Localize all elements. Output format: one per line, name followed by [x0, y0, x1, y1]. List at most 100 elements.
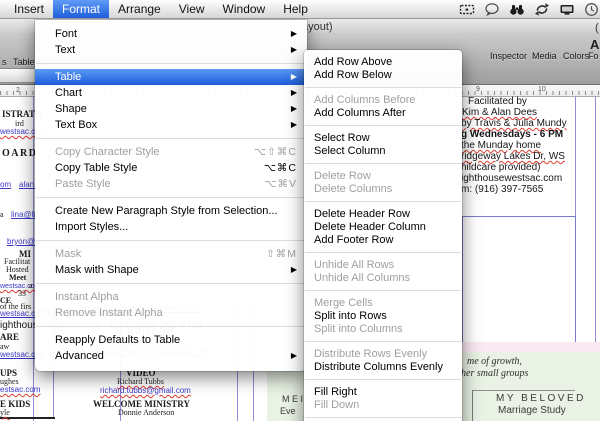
- doc-text: the Munday home: [461, 140, 542, 151]
- table-submenu-item-split-into-rows[interactable]: Split into Rows: [304, 309, 462, 322]
- table-submenu-item-select-row[interactable]: Select Row: [304, 131, 462, 144]
- table-submenu-item-split-into-columns[interactable]: Split into Columns: [304, 322, 462, 335]
- menubar-item-view[interactable]: View: [170, 0, 214, 18]
- doc-text: westsac.co: [0, 309, 40, 318]
- table-submenu-item-add-columns-after[interactable]: Add Columns After: [304, 106, 462, 119]
- table-submenu-item-unhide-all-rows[interactable]: Unhide All Rows: [304, 258, 462, 271]
- table-submenu: Add Row Above Add Row Below Add Columns Be…: [304, 50, 462, 421]
- table-submenu-separator: [305, 86, 461, 88]
- table-submenu-item-add-row-above[interactable]: Add Row Above: [304, 55, 462, 68]
- doc-text: m: (916) 397-7565: [461, 184, 544, 195]
- menubar-item-format[interactable]: Format: [53, 0, 110, 18]
- table-submenu-item-fill-right[interactable]: Fill Right: [304, 385, 462, 398]
- table-submenu-item-select-column[interactable]: Select Column: [304, 144, 462, 157]
- format-menu-item-import-styles[interactable]: Import Styles...: [35, 219, 307, 235]
- doc-text: 33: [18, 289, 26, 298]
- doc-text: Marriage Study: [498, 405, 566, 416]
- menu-item-label: Distribute Columns Evenly: [314, 360, 443, 373]
- format-menu-separator: [36, 240, 306, 241]
- menu-bar-items: Insert Format Arrange View Window Help: [5, 0, 317, 18]
- table-submenu-item-delete-header-column[interactable]: Delete Header Column: [304, 220, 462, 233]
- display-icon[interactable]: [559, 2, 575, 17]
- format-menu-item-mask-with-shape[interactable]: Mask with Shape ▶: [35, 262, 307, 278]
- menu-item-label: Select Column: [314, 144, 386, 157]
- format-menu-item-instant-alpha[interactable]: Instant Alpha: [35, 289, 307, 305]
- table-submenu-item-distribute-columns-evenly[interactable]: Distribute Columns Evenly: [304, 360, 462, 373]
- menu-item-shortcut: ⌥⇧⌘C: [254, 146, 297, 158]
- doc-text: a: [0, 210, 4, 219]
- doc-text: Facilitated by: [468, 96, 527, 107]
- table-submenu-item-distribute-rows-evenly[interactable]: Distribute Rows Evenly: [304, 347, 462, 360]
- menubar-item-arrange[interactable]: Arrange: [109, 0, 170, 18]
- toolbar-label-partial: s: [2, 57, 7, 67]
- sync-icon[interactable]: [534, 2, 550, 17]
- doc-text: hildcare provided): [461, 162, 541, 173]
- screen: ÷ i ♪ ayout)(sTableCInspectorMediaColors…: [0, 0, 600, 421]
- menu-item-shortcut: ⇧⌘M: [265, 248, 297, 260]
- table-submenu-item-unhide-all-columns[interactable]: Unhide All Columns: [304, 271, 462, 284]
- menu-item-label: Import Styles...: [55, 221, 129, 233]
- table-submenu-item-add-footer-row[interactable]: Add Footer Row: [304, 233, 462, 246]
- menu-item-label: Add Columns Before: [314, 93, 416, 106]
- format-menu-item-paste-style[interactable]: Paste Style ⌥⌘V: [35, 176, 307, 192]
- doc-text: bryon@li: [7, 237, 39, 246]
- format-menu-item-font[interactable]: Font ▶: [35, 26, 307, 42]
- format-menu-item-mask[interactable]: Mask ⇧⌘M: [35, 246, 307, 262]
- table-submenu-separator: [305, 251, 461, 253]
- format-menu-item-text-box[interactable]: Text Box ▶: [35, 117, 307, 133]
- submenu-arrow-icon: ▶: [290, 120, 297, 129]
- clock-icon[interactable]: [584, 2, 599, 17]
- format-menu-item-advanced[interactable]: Advanced ▶: [35, 348, 307, 364]
- doc-text: her small groups: [461, 368, 529, 379]
- menu-item-label: Unhide All Columns: [314, 271, 410, 284]
- menu-item-label: Paste Style: [55, 178, 111, 190]
- format-menu-item-create-new-paragraph-style-from-selection[interactable]: Create New Paragraph Style from Selectio…: [35, 203, 307, 219]
- menubar-item-insert[interactable]: Insert: [5, 0, 53, 18]
- menu-item-label: Font: [55, 28, 78, 40]
- menu-item-label: Text: [55, 44, 76, 56]
- table-submenu-item-merge-cells[interactable]: Merge Cells: [304, 296, 462, 309]
- binoculars-icon[interactable]: [509, 2, 525, 17]
- menu-item-label: Select Row: [314, 131, 370, 144]
- ruler-number: 10: [538, 86, 546, 93]
- menu-item-label: Mask with Shape: [55, 264, 139, 276]
- format-menu-item-text[interactable]: Text ▶: [35, 42, 307, 58]
- doc-text: me of growth,: [467, 356, 522, 367]
- menu-item-label: Add Row Below: [314, 68, 392, 81]
- format-menu-item-chart[interactable]: Chart ▶: [35, 85, 307, 101]
- format-menu-item-table[interactable]: Table ▶: [35, 69, 307, 85]
- doc-text: a: [29, 281, 33, 290]
- format-menu-item-shape[interactable]: Shape ▶: [35, 101, 307, 117]
- table-submenu-item-fill-down[interactable]: Fill Down: [304, 398, 462, 411]
- menu-item-label: Text Box: [55, 119, 98, 131]
- menubar-item-help[interactable]: Help: [274, 0, 317, 18]
- doc-text: ighthousewestsac.com: [461, 173, 563, 184]
- menu-item-label: Add Footer Row: [314, 233, 394, 246]
- doc-text: richard.tubbs@gmail.com: [100, 386, 191, 395]
- table-submenu-item-delete-row[interactable]: Delete Row: [304, 169, 462, 182]
- menu-item-label: Add Columns After: [314, 106, 406, 119]
- table-submenu-separator: [305, 289, 461, 291]
- menubar-item-window[interactable]: Window: [214, 0, 275, 18]
- doc-text: Kim & Alan Dees: [462, 107, 538, 118]
- format-menu-separator: [36, 63, 306, 64]
- format-menu-item-reapply-defaults-to-table[interactable]: Reapply Defaults to Table: [35, 332, 307, 348]
- table-submenu-item-add-columns-before[interactable]: Add Columns Before: [304, 93, 462, 106]
- chat-bubble-icon[interactable]: [484, 2, 500, 17]
- menu-item-label: Split into Rows: [314, 309, 387, 322]
- keyboard-viewer-icon[interactable]: [459, 2, 475, 17]
- format-menu-item-copy-table-style[interactable]: Copy Table Style ⌥⌘C: [35, 160, 307, 176]
- table-submenu-item-delete-columns[interactable]: Delete Columns: [304, 182, 462, 195]
- table-submenu-item-add-row-below[interactable]: Add Row Below: [304, 68, 462, 81]
- table-submenu-item-delete-header-row[interactable]: Delete Header Row: [304, 207, 462, 220]
- doc-text: Meet: [9, 273, 27, 282]
- menu-item-label: Mask: [55, 248, 82, 260]
- format-menu-item-remove-instant-alpha[interactable]: Remove Instant Alpha: [35, 305, 307, 321]
- menu-item-label: Instant Alpha: [55, 291, 119, 303]
- format-menu-item-copy-character-style[interactable]: Copy Character Style ⌥⇧⌘C: [35, 144, 307, 160]
- table-submenu-separator: [305, 378, 461, 380]
- table-submenu-separator: [305, 124, 461, 126]
- format-menu-separator: [36, 138, 306, 139]
- submenu-arrow-icon: ▶: [290, 72, 297, 81]
- format-menu-separator: [36, 326, 306, 327]
